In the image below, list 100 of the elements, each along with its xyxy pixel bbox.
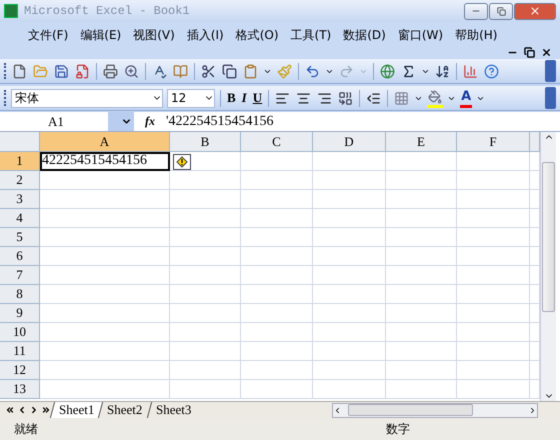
row-header[interactable]: 3 <box>0 190 40 209</box>
table-cell <box>241 361 313 380</box>
text-style-button[interactable]: I <box>240 89 248 107</box>
row-header[interactable]: 6 <box>0 247 40 266</box>
document-lock-icon[interactable] <box>74 62 91 80</box>
menu-item[interactable]: 视图(V) <box>127 24 181 46</box>
vertical-scrollbar[interactable] <box>540 132 556 401</box>
globe-link-icon[interactable] <box>379 62 396 80</box>
row-header[interactable]: 9 <box>0 304 40 323</box>
merge-cells-icon[interactable] <box>337 90 354 106</box>
window-title: Microsoft Excel - Book1 <box>24 4 191 18</box>
table-cell <box>386 266 457 285</box>
status-text: 数字 <box>386 420 410 438</box>
column-header[interactable]: C <box>241 132 313 152</box>
table-cell <box>386 228 457 247</box>
row-header[interactable]: 1 <box>0 152 40 171</box>
column-header[interactable]: A <box>40 132 170 152</box>
menu-item[interactable]: 数据(D) <box>337 24 392 46</box>
menu-item[interactable]: 编辑(E) <box>74 24 128 46</box>
close-icon <box>529 5 541 17</box>
font-size-field[interactable]: 12 <box>167 88 215 108</box>
scroll-thumb[interactable] <box>542 162 555 312</box>
restore-icon <box>496 6 506 16</box>
scroll-left-icon[interactable] <box>333 406 342 414</box>
table-cell <box>241 323 313 342</box>
horizontal-scrollbar[interactable] <box>332 402 538 418</box>
clipboard-icon[interactable] <box>242 62 259 80</box>
table-cell <box>386 361 457 380</box>
font-field[interactable]: 宋体 <box>11 88 163 108</box>
table-cell <box>386 152 457 171</box>
help-icon[interactable] <box>483 62 500 80</box>
spreadsheet-app-icon <box>4 4 18 18</box>
table-cell <box>386 247 457 266</box>
warning-icon[interactable] <box>173 154 191 170</box>
printer-icon[interactable] <box>102 62 119 80</box>
column-header[interactable]: E <box>386 132 457 152</box>
table-cell <box>241 285 313 304</box>
row-header[interactable]: 4 <box>0 209 40 228</box>
row-header[interactable]: 12 <box>0 361 40 380</box>
text-style-button[interactable]: U <box>252 89 264 107</box>
print-preview-icon[interactable] <box>123 62 140 80</box>
scissors-icon[interactable] <box>200 62 217 80</box>
table-cell <box>170 190 241 209</box>
menu-item[interactable]: 工具(T) <box>284 24 338 46</box>
font-color-button[interactable]: A <box>460 88 472 108</box>
table-cell <box>386 323 457 342</box>
table-cell <box>241 304 313 323</box>
restore-icon[interactable] <box>524 46 535 58</box>
bar-chart-icon[interactable] <box>462 62 479 80</box>
menu-item[interactable]: 帮助(H) <box>449 24 504 46</box>
copy-icon[interactable] <box>221 62 238 80</box>
table-cell <box>170 304 241 323</box>
maximize-button[interactable] <box>489 2 513 20</box>
status-text: 就绪 <box>14 420 38 438</box>
scroll-thumb[interactable] <box>348 404 472 416</box>
save-icon[interactable] <box>53 62 70 80</box>
table-cell <box>386 304 457 323</box>
function-label[interactable]: fx <box>134 114 166 129</box>
table-cell <box>241 266 313 285</box>
table-cell <box>170 323 241 342</box>
table-cell <box>241 209 313 228</box>
row-header[interactable]: 10 <box>0 323 40 342</box>
formula-field[interactable]: '422254515454156 <box>166 114 274 130</box>
table-cell: 422254515454156 <box>40 152 170 171</box>
row-header[interactable]: 11 <box>0 342 40 361</box>
close-icon[interactable] <box>541 46 552 58</box>
fill-color-button[interactable] <box>427 88 444 108</box>
menu-item[interactable]: 窗口(W) <box>392 24 450 46</box>
table-cell <box>386 342 457 361</box>
row-header[interactable]: 13 <box>0 380 40 399</box>
row-header[interactable]: 8 <box>0 285 40 304</box>
table-cell <box>241 152 313 171</box>
book-icon[interactable] <box>172 62 189 80</box>
table-cell <box>170 228 241 247</box>
row-header[interactable]: 5 <box>0 228 40 247</box>
column-header[interactable]: F <box>457 132 530 152</box>
table-cell <box>241 228 313 247</box>
scroll-right-icon[interactable] <box>528 406 537 414</box>
table-cell <box>241 247 313 266</box>
table-cell <box>170 266 241 285</box>
table-cell <box>170 247 241 266</box>
table-cell <box>386 171 457 190</box>
menu-item[interactable]: 插入(I) <box>180 24 230 46</box>
table-cell <box>170 361 241 380</box>
row-header[interactable]: 2 <box>0 171 40 190</box>
table-cell <box>170 209 241 228</box>
table-cell <box>241 380 313 399</box>
menu-item[interactable]: 格式(O) <box>230 24 285 46</box>
text-style-button[interactable]: B <box>226 89 237 107</box>
row-header[interactable]: 7 <box>0 266 40 285</box>
sheet-tab[interactable]: Sheet1 <box>50 402 103 418</box>
column-header[interactable]: D <box>313 132 386 152</box>
new-file-icon[interactable] <box>11 62 28 80</box>
table-cell <box>170 171 241 190</box>
table-cell <box>386 285 457 304</box>
minimize-button[interactable] <box>464 2 488 20</box>
table-cell <box>170 380 241 399</box>
menu-item[interactable]: 文件(F) <box>22 24 74 46</box>
table-cell <box>386 209 457 228</box>
column-header[interactable]: B <box>170 132 241 152</box>
